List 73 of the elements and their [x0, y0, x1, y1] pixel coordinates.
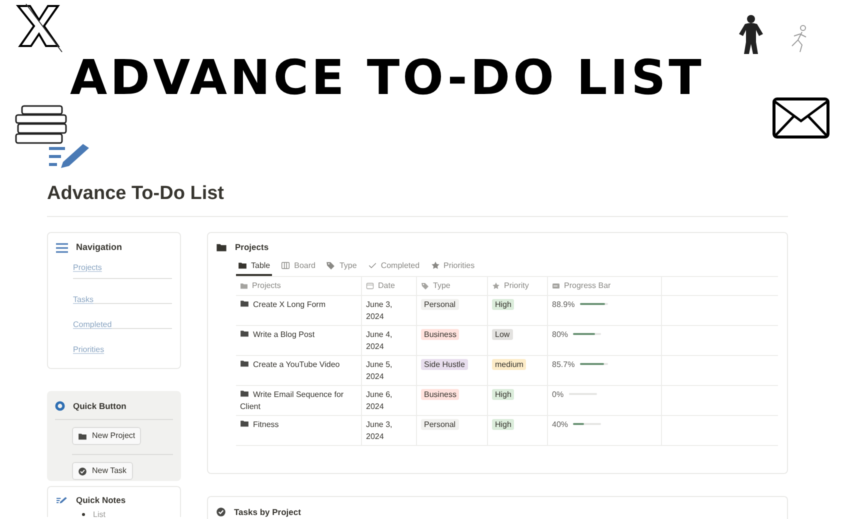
quick-action-button[interactable]: New Task: [72, 462, 133, 480]
navigation-link[interactable]: Completed: [73, 320, 112, 328]
progress-text: 85.7%: [552, 358, 575, 370]
progress-text: 40%: [552, 418, 568, 430]
project-name: Write Email Sequence for Client: [240, 388, 345, 413]
date-text: June 5, 2024: [366, 358, 394, 383]
project-name: Create a YouTube Video: [240, 358, 357, 371]
date-text: June 3, 2024: [366, 418, 394, 443]
folder-icon: [240, 418, 249, 428]
list-item: List: [93, 508, 106, 519]
view-tab[interactable]: Board: [279, 258, 318, 276]
project-name: Write a Blog Post: [240, 328, 357, 341]
tag-icon: [326, 261, 336, 270]
check-circle-icon: [78, 466, 87, 476]
menu-icon: [56, 242, 68, 253]
progress-text: 88.9%: [552, 298, 575, 310]
quick-button-title: Quick Button: [73, 400, 126, 413]
project-name: Create X Long Form: [240, 298, 357, 311]
column-header: Date: [378, 280, 395, 292]
star-icon: [492, 282, 500, 290]
quick-action-button[interactable]: New Project: [72, 427, 142, 446]
column-header: Projects: [252, 280, 281, 292]
view-tab[interactable]: Table: [236, 258, 272, 276]
navigation-link[interactable]: Tasks: [73, 294, 94, 304]
check-circle-icon: [216, 507, 226, 518]
notes-pencil-icon: [56, 496, 68, 505]
type-tag: Business: [421, 328, 460, 340]
calendar-icon: [366, 282, 374, 290]
project-name: Fitness: [240, 418, 357, 431]
envelope-icon: [772, 97, 830, 139]
folder-icon: [240, 358, 249, 368]
type-tag: Business: [421, 388, 460, 400]
view-tab[interactable]: Type: [324, 258, 359, 276]
tag-icon: [421, 282, 429, 290]
view-tab[interactable]: Completed: [366, 258, 422, 276]
navigation-link[interactable]: Projects: [73, 262, 102, 272]
folder-icon: [78, 432, 87, 441]
date-text: June 3, 2024: [366, 298, 394, 323]
navigation-title: Navigation: [76, 241, 122, 254]
priority-tag: medium: [492, 358, 526, 370]
checkmark-icon: [368, 261, 377, 270]
x-logo-icon: [14, 2, 64, 54]
quick-notes-title: Quick Notes: [76, 494, 126, 507]
bullet-icon: [82, 513, 85, 516]
projects-title: Projects: [235, 241, 269, 254]
priority-tag: High: [492, 388, 514, 400]
priority-tag: Low: [492, 328, 513, 340]
cover-title: ADVANCE TO-DO LIST: [70, 50, 704, 106]
date-text: June 6, 2024: [366, 388, 394, 413]
type-tag: Personal: [421, 418, 459, 430]
column-header: Type: [433, 280, 450, 292]
tasks-by-project-title: Tasks by Project: [234, 506, 301, 519]
view-tab[interactable]: Priorities: [428, 258, 477, 276]
books-icon: [14, 104, 70, 146]
radio-ring-icon: [55, 401, 65, 412]
folder-icon: [240, 388, 249, 398]
column-header: Priority: [504, 280, 529, 292]
navigation-link[interactable]: Priorities: [73, 344, 104, 354]
folder-icon: [216, 242, 227, 253]
progress-text: 80%: [552, 328, 568, 340]
columns-icon: [281, 261, 290, 270]
type-tag: Personal: [421, 298, 459, 310]
folder-icon: [240, 328, 249, 338]
date-text: June 4, 2024: [366, 328, 394, 353]
page-title: Advance To-Do List: [47, 182, 225, 206]
priority-tag: High: [492, 418, 514, 430]
column-header: Progress Bar: [564, 280, 611, 292]
progress-bar-icon: [552, 282, 560, 290]
type-tag: Side Hustle: [421, 358, 468, 370]
folder-icon: [238, 261, 247, 270]
star-icon: [430, 261, 440, 270]
priority-tag: High: [492, 298, 514, 310]
progress-text: 0%: [552, 388, 564, 400]
